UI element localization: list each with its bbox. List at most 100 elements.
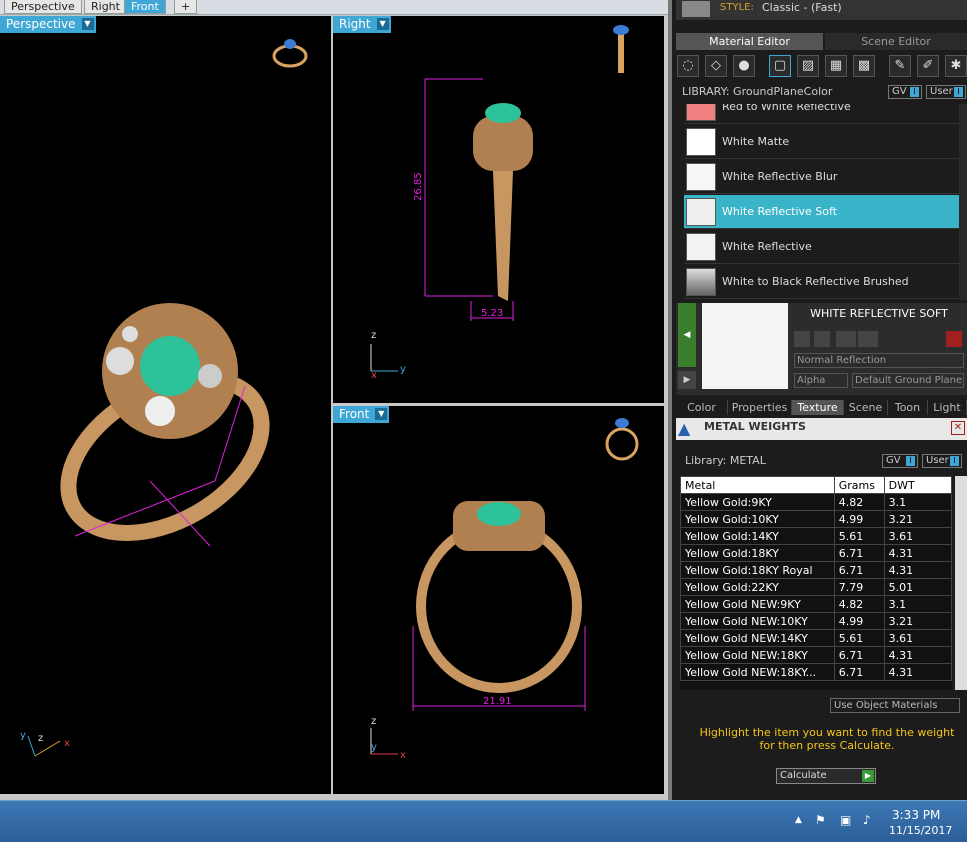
table-row[interactable]: Yellow Gold:9KY 4.82 3.1 — [680, 493, 952, 511]
ring-model-perspective[interactable] — [42, 303, 289, 565]
expand-arrow-icon[interactable]: ▶ — [678, 371, 696, 389]
clock-time[interactable]: 3:33 PM — [892, 808, 940, 822]
checker-icon[interactable]: ▩ — [853, 55, 875, 77]
paint-icon[interactable]: ✎ — [889, 55, 911, 77]
table-row[interactable]: Yellow Gold:14KY 5.61 3.61 — [680, 527, 952, 545]
svg-text:z: z — [371, 330, 376, 341]
view-tab-bar: Perspective Right Front + — [0, 0, 668, 15]
reflection-select[interactable]: Normal Reflection — [794, 353, 964, 368]
tab-scene[interactable]: Scene — [844, 400, 888, 415]
style-thumbnail — [682, 1, 710, 17]
collapse-arrow-icon[interactable]: ◀ — [678, 303, 696, 367]
tab-front[interactable]: Front — [124, 0, 166, 14]
table-row[interactable]: Yellow Gold NEW:10KY 4.99 3.21 — [680, 612, 952, 630]
app-window: Perspective Right Front + Perspective ▼ y… — [0, 0, 967, 842]
material-item[interactable]: White Reflective — [684, 230, 961, 264]
user-toggle[interactable]: User I — [926, 85, 966, 99]
gv-toggle[interactable]: GV I — [888, 85, 922, 99]
material-item[interactable]: White Matte — [684, 125, 961, 159]
texture-icon[interactable]: ▨ — [797, 55, 819, 77]
calculate-button[interactable]: Calculate ▶ — [776, 768, 876, 784]
close-icon[interactable]: ✕ — [951, 421, 965, 435]
svg-text:z: z — [371, 716, 376, 727]
action-center-icon[interactable]: ⚑ — [815, 813, 826, 827]
metal-user-toggle[interactable]: User I — [922, 454, 962, 468]
network-icon[interactable]: ▣ — [840, 813, 851, 827]
tab-texture[interactable]: Texture — [792, 400, 844, 415]
light-bulb-icon[interactable]: ✱ — [945, 55, 967, 77]
add-view-tab-button[interactable]: + — [174, 0, 198, 14]
table-row[interactable]: Yellow Gold:18KY Royal 6.71 4.31 — [680, 561, 952, 579]
style-bar[interactable]: STYLE: Classic - (Fast) — [676, 0, 967, 20]
front-viewport[interactable]: Front ▼ 21.91 zxy — [333, 406, 664, 794]
ground-plane-icon[interactable]: ▢ — [769, 55, 791, 77]
material-swatch — [686, 128, 716, 156]
material-item[interactable]: White to Black Reflective Brushed — [684, 265, 961, 299]
axis-gizmo: yzx — [20, 730, 70, 757]
tab-perspective[interactable]: Perspective — [4, 0, 82, 14]
svg-text:x: x — [400, 750, 406, 761]
height-dimension-label: 26.85 — [413, 172, 424, 201]
tab-light[interactable]: Light — [928, 400, 967, 415]
table-row[interactable]: Yellow Gold:22KY 7.79 5.01 — [680, 578, 952, 596]
metal-weights-table: Metal Grams DWT Yellow Gold:9KY 4.82 3.1 Y… — [680, 476, 952, 681]
table-row[interactable]: Yellow Gold NEW:9KY 4.82 3.1 — [680, 595, 952, 613]
material-scrollbar[interactable] — [959, 104, 967, 300]
column-header-metal[interactable]: Metal — [680, 476, 835, 494]
perspective-viewport[interactable]: Perspective ▼ yzx — [0, 16, 331, 794]
material-list[interactable]: Red to White Reflective White Matte Whit… — [676, 104, 967, 300]
alpha-field[interactable]: Alpha — [794, 373, 848, 388]
brush-icon[interactable]: ✐ — [917, 55, 939, 77]
material-swatch — [686, 104, 716, 121]
tab-scene-editor[interactable]: Scene Editor — [825, 33, 967, 50]
tab-toon[interactable]: Toon — [888, 400, 928, 415]
metal-table-scrollbar[interactable] — [955, 476, 967, 690]
nav-cube-icon[interactable] — [613, 25, 629, 73]
sphere-icon[interactable]: ● — [733, 55, 755, 77]
copy-icon[interactable] — [814, 331, 830, 347]
tab-material-editor[interactable]: Material Editor — [676, 33, 823, 50]
material-swatch — [686, 233, 716, 261]
table-row[interactable]: Yellow Gold NEW:14KY 5.61 3.61 — [680, 629, 952, 647]
save-icon[interactable] — [794, 331, 810, 347]
clock-date[interactable]: 11/15/2017 — [889, 824, 952, 837]
table-row[interactable]: Yellow Gold:10KY 4.99 3.21 — [680, 510, 952, 528]
material-swatch — [686, 163, 716, 191]
use-object-materials-checkbox[interactable]: Use Object Materials — [830, 698, 960, 713]
weight-hint: Highlight the item you want to find the … — [699, 726, 955, 752]
material-swatch — [686, 268, 716, 296]
nav-cube-icon[interactable] — [605, 418, 639, 461]
svg-text:y: y — [400, 364, 406, 375]
right-viewport[interactable]: Right ▼ 26.85 5.23 zyx — [333, 16, 664, 403]
ground-plane-field[interactable]: Default Ground Plane — [852, 373, 964, 388]
svg-text:x: x — [64, 738, 70, 749]
gem-icon[interactable]: ◇ — [705, 55, 727, 77]
table-row[interactable]: Yellow Gold:18KY 6.71 4.31 — [680, 544, 952, 562]
table-row[interactable]: Yellow Gold NEW:18KY 6.71 4.31 — [680, 646, 952, 664]
material-item-selected[interactable]: White Reflective Soft — [684, 195, 961, 229]
metal-gv-toggle[interactable]: GV I — [882, 454, 918, 468]
metal-table-container[interactable]: Metal Grams DWT Yellow Gold:9KY 4.82 3.1 Y… — [680, 476, 952, 690]
table-row[interactable]: Yellow Gold NEW:18KY... 6.71 4.31 — [680, 663, 952, 681]
ring-icon[interactable]: ◌ — [677, 55, 699, 77]
refresh-icon[interactable] — [946, 331, 962, 347]
material-preview — [702, 303, 788, 389]
show-hidden-icons[interactable]: ▲ — [795, 815, 802, 825]
import-icon[interactable] — [858, 331, 878, 347]
ring-model-front[interactable] — [416, 501, 582, 693]
tab-right[interactable]: Right — [84, 0, 127, 14]
column-header-grams[interactable]: Grams — [833, 476, 885, 494]
tab-color[interactable]: Color — [676, 400, 728, 415]
column-header-dwt[interactable]: DWT — [883, 476, 952, 494]
nav-cube-icon[interactable] — [272, 39, 308, 68]
export-icon[interactable] — [836, 331, 856, 347]
svg-text:x: x — [371, 370, 377, 381]
material-item[interactable]: Red to White Reflective — [684, 104, 961, 124]
material-preview-panel: ◀ ▶ WHITE REFLECTIVE SOFT Normal Reflect… — [676, 303, 967, 395]
material-item[interactable]: White Reflective Blur — [684, 160, 961, 194]
pattern-icon[interactable]: ▦ — [825, 55, 847, 77]
tab-properties[interactable]: Properties — [728, 400, 792, 415]
ring-model-right[interactable] — [473, 103, 533, 301]
axis-gizmo: z x y — [370, 716, 406, 761]
volume-icon[interactable]: ♪ — [863, 813, 871, 827]
